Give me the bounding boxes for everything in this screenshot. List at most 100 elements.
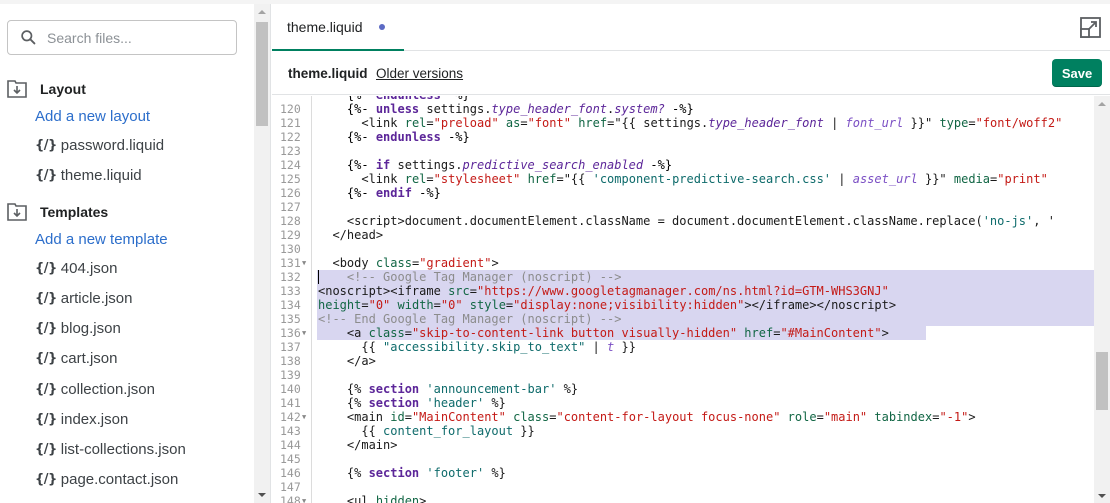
code-line[interactable]: 147	[272, 480, 1094, 494]
code-line[interactable]: 134 height="0" width="0" style="display:n…	[272, 298, 1109, 312]
code-token: media	[953, 172, 990, 186]
older-versions-link[interactable]: Older versions	[376, 66, 463, 81]
code-token: type_header_font	[708, 116, 824, 130]
scroll-up-arrow-icon[interactable]	[1098, 102, 1106, 106]
code-token: "print"	[997, 172, 1048, 186]
code-line[interactable]: 123	[272, 144, 1094, 158]
search-files-box[interactable]	[7, 20, 237, 55]
file-item[interactable]: {/} collection.json	[35, 381, 155, 398]
add-new-layout-link[interactable]: Add a new layout	[35, 108, 150, 125]
code-token: section	[368, 382, 420, 396]
file-item[interactable]: {/} article.json	[35, 290, 132, 307]
code-area[interactable]: {%- endunless -%}120 {%- unless settings…	[272, 96, 1110, 503]
code-line[interactable]: 138 </a>	[272, 354, 1094, 368]
add-new-templates-link[interactable]: Add a new template	[35, 231, 168, 248]
code-line[interactable]: 121 <link rel="preload" as="font" href="…	[272, 116, 1094, 130]
fold-arrow-icon[interactable]: ▼	[302, 326, 306, 340]
code-scrollbar-thumb[interactable]	[1096, 352, 1108, 410]
folder-collapse-icon	[7, 80, 27, 98]
code-line[interactable]: 132 <!-- Google Tag Manager (noscript) -…	[272, 270, 1109, 284]
scroll-up-arrow-icon[interactable]	[258, 10, 266, 14]
search-files-input[interactable]	[47, 29, 217, 46]
code-token: class	[368, 326, 405, 340]
code-token: font_url	[845, 116, 904, 130]
file-item[interactable]: {/} password.liquid	[35, 137, 164, 154]
code-line[interactable]: 142 ▼ <main id="MainContent" class="conte…	[272, 410, 1094, 424]
scroll-down-arrow-icon[interactable]	[258, 493, 266, 497]
liquid-file-icon: {/}	[35, 291, 57, 306]
fold-arrow-icon[interactable]: ▼	[302, 494, 306, 503]
code-line[interactable]: 128 <script>document.documentElement.cla…	[272, 214, 1094, 228]
code-line[interactable]: 122 {%- endunless -%}	[272, 130, 1094, 144]
code-line[interactable]: 137 {{ "accessibility.skip_to_text" | t …	[272, 340, 1094, 354]
sidebar-scrollbar-thumb[interactable]	[256, 22, 268, 126]
sidebar-scrollbar[interactable]	[254, 4, 271, 503]
fold-arrow-icon[interactable]: ▼	[302, 256, 306, 270]
line-number: 129	[280, 228, 301, 242]
code-token: , '	[1033, 214, 1055, 228]
code-token: <!-- Google Tag Manager (noscript) -->	[346, 270, 622, 284]
code-line[interactable]: 120 {%- unless settings.type_header_font…	[272, 102, 1094, 116]
file-item[interactable]: {/} blog.json	[35, 320, 121, 337]
code-token: </	[318, 438, 362, 452]
code-line[interactable]: 127	[272, 200, 1094, 214]
code-lines[interactable]: {%- endunless -%}120 {%- unless settings…	[272, 96, 1109, 503]
file-item[interactable]: {/} 404.json	[35, 260, 117, 277]
code-line[interactable]: 144 </main>	[272, 438, 1094, 452]
code-token: noscript	[831, 298, 889, 312]
code-line[interactable]: 143 {{ content_for_layout }}	[272, 424, 1094, 438]
code-line[interactable]: 148 ▼ <ul hidden>	[272, 494, 1094, 503]
code-line[interactable]: 145	[272, 452, 1094, 466]
code-token: =	[469, 284, 477, 298]
code-token: <	[318, 116, 369, 130]
code-line[interactable]: 135 <!-- End Google Tag Manager (noscript…	[272, 312, 1109, 326]
code-line[interactable]: 124 {%- if settings.predictive_search_en…	[272, 158, 1094, 172]
scroll-down-arrow-icon[interactable]	[1098, 494, 1106, 498]
code-token: }}	[614, 340, 636, 354]
code-token: >	[390, 438, 398, 452]
code-token: content_for_layout	[383, 424, 514, 438]
code-line[interactable]: 130	[272, 242, 1094, 256]
code-line[interactable]: 129 </head>	[272, 228, 1094, 242]
folder-templates[interactable]: Templates	[7, 202, 108, 221]
expand-fullscreen-icon[interactable]	[1080, 17, 1101, 38]
code-line[interactable]: 136 ▼ <a class="skip-to-content-link butt…	[272, 326, 1094, 340]
code-token: "gradient"	[419, 256, 492, 270]
code-line[interactable]: 131 ▼ <body class="gradient">	[272, 256, 1094, 270]
code-token: >document.documentElement.className = do…	[397, 214, 983, 228]
text-cursor	[318, 270, 319, 284]
code-scrollbar[interactable]	[1094, 96, 1110, 503]
line-number: 147	[280, 480, 301, 494]
file-item[interactable]: {/} page.contact.json	[35, 471, 178, 488]
code-token: {%-	[346, 130, 376, 144]
file-name: article.json	[60, 290, 133, 307]
code-text: <main id="MainContent" class="content-fo…	[318, 410, 976, 424]
code-token: src	[448, 284, 470, 298]
code-token: "font"	[527, 116, 571, 130]
code-token: role	[787, 410, 817, 424]
code-line[interactable]: 140 {% section 'announcement-bar' %}	[272, 382, 1094, 396]
file-item[interactable]: {/} index.json	[35, 411, 128, 428]
file-sidebar: Layout Add a new layout {/}password.liquid…	[0, 4, 254, 503]
line-number: 125	[280, 172, 301, 186]
tab-theme-liquid[interactable]: theme.liquid	[272, 4, 404, 51]
file-item[interactable]: {/} cart.json	[35, 350, 117, 367]
fold-arrow-icon[interactable]: ▼	[302, 410, 306, 424]
code-token: }}	[513, 424, 535, 438]
file-item[interactable]: {/} list-collections.json	[35, 441, 186, 458]
code-token: <	[318, 410, 355, 424]
file-item[interactable]: {/} theme.liquid	[35, 167, 142, 184]
code-line[interactable]: 141 {% section 'header' %}	[272, 396, 1094, 410]
code-line[interactable]: 139	[272, 368, 1094, 382]
code-line[interactable]: 126 {%- endif -%}	[272, 186, 1094, 200]
line-number: 127	[280, 200, 301, 214]
save-button[interactable]: Save	[1052, 59, 1102, 87]
code-line[interactable]: 133 <noscript><iframe src="https://www.go…	[272, 284, 1109, 298]
folder-layout[interactable]: Layout	[7, 80, 86, 98]
code-line[interactable]: 146 {% section 'footer' %}	[272, 466, 1094, 480]
code-line[interactable]: 125 <link rel="stylesheet" href="{{ 'com…	[272, 172, 1094, 186]
